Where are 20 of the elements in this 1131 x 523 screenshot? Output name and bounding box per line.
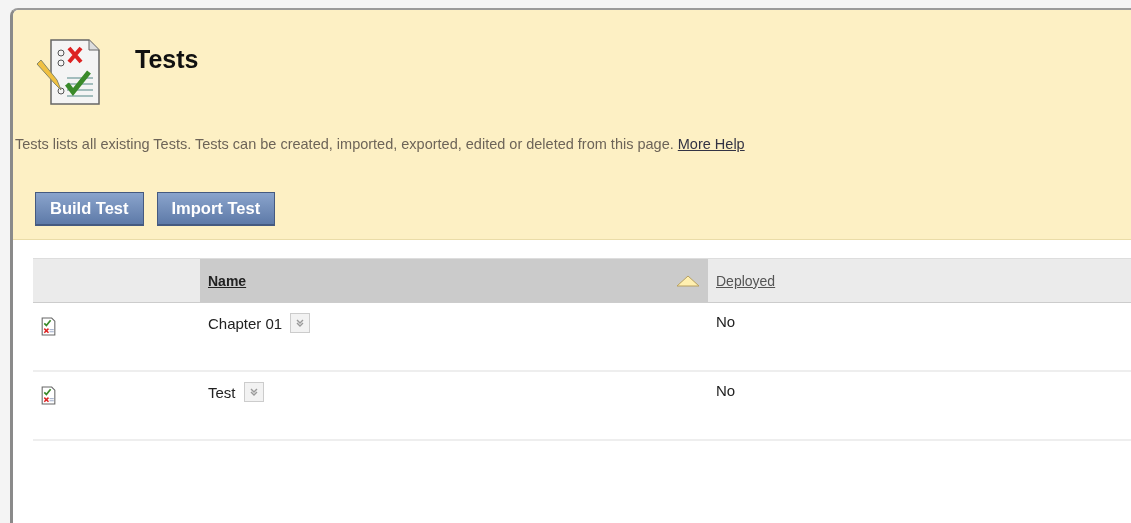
test-name: Test	[208, 383, 236, 401]
action-button[interactable]: Build Test	[35, 192, 144, 226]
more-help-link[interactable]: More Help	[677, 136, 745, 152]
deployed-cell: No	[708, 302, 1131, 371]
column-header[interactable]: Deployed	[708, 258, 1131, 303]
options-menu-button[interactable]	[243, 382, 264, 402]
deployed-cell: No	[708, 371, 1131, 440]
action-button[interactable]: Import Test	[156, 192, 276, 226]
test-file-icon	[41, 386, 56, 405]
options-menu-button[interactable]	[290, 313, 311, 333]
page-title: Tests	[135, 44, 199, 74]
sort-ascending-icon	[676, 274, 700, 287]
page-description: Tests lists all existing Tests. Tests can be created, imported, exported, edited or deleted from this page. More Help	[15, 136, 746, 152]
test-file-icon	[41, 317, 56, 336]
double-chevron-icon	[295, 318, 306, 328]
column-sort-link[interactable]: Deployed	[716, 272, 776, 289]
double-chevron-icon	[248, 387, 259, 397]
test-name: Chapter 01	[208, 314, 283, 332]
column-sort-link[interactable]: Name	[208, 272, 247, 289]
column-header[interactable]: Name	[200, 258, 708, 303]
